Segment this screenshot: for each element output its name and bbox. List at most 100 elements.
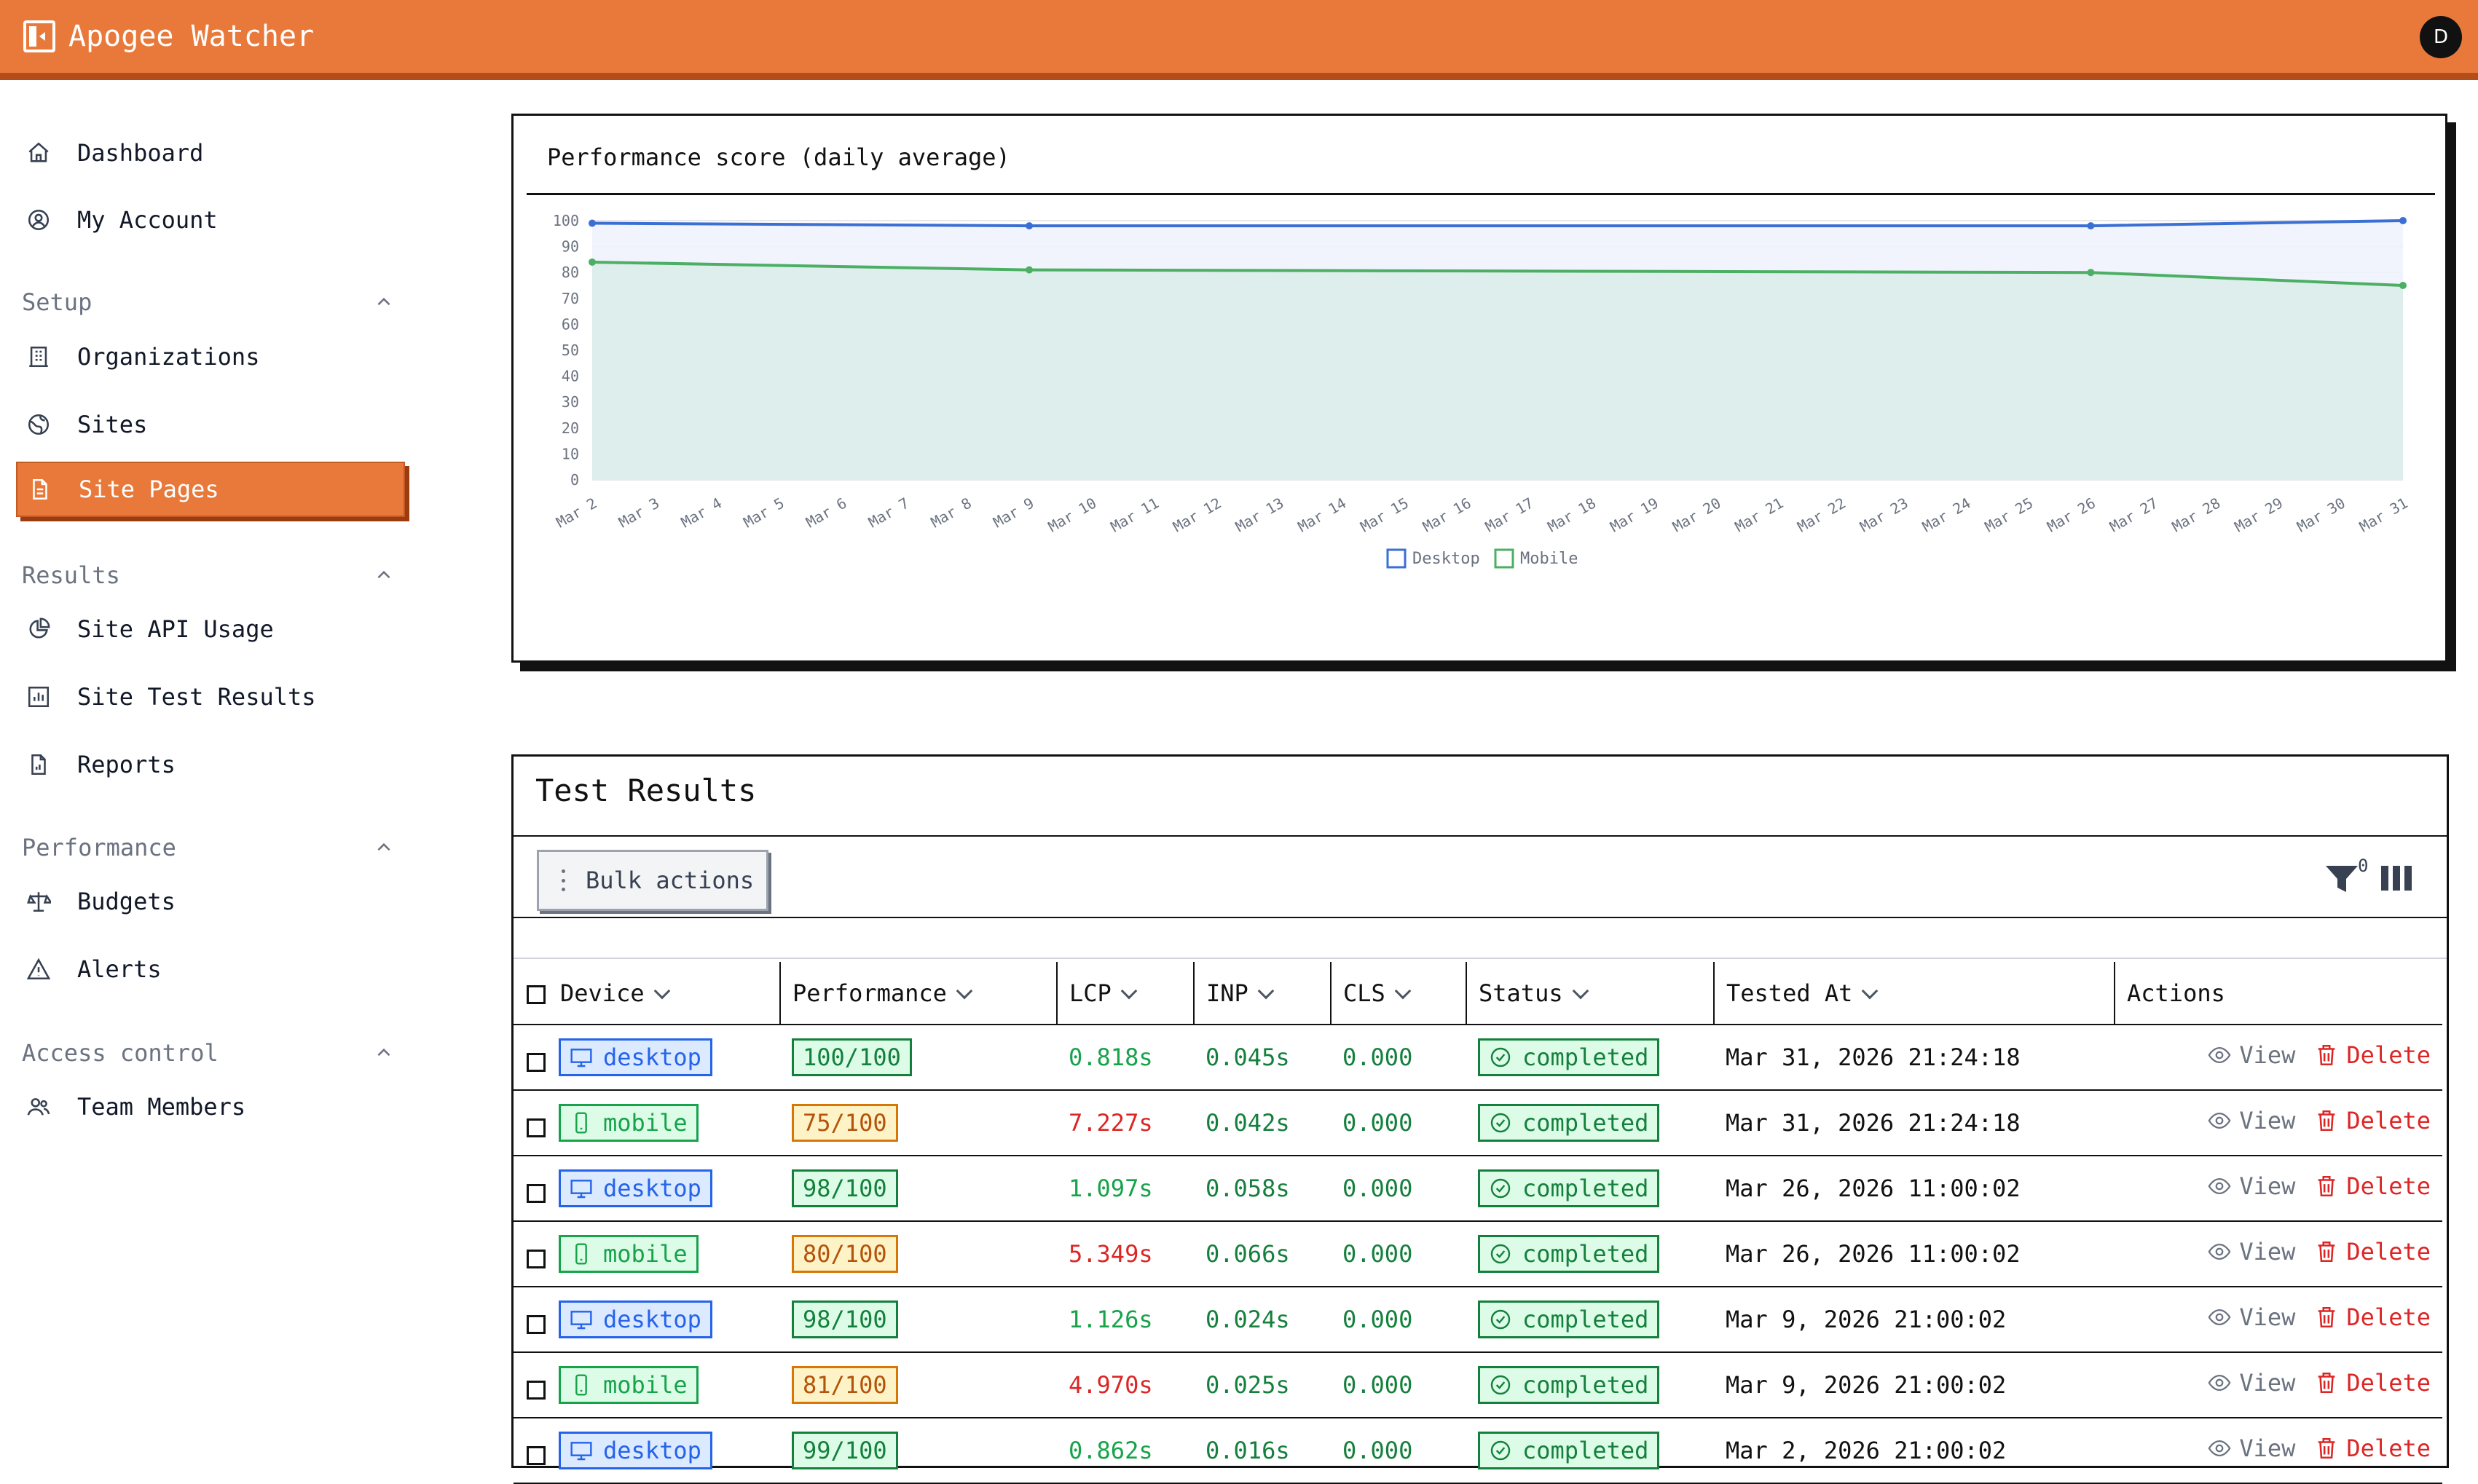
x-tick-label: Mar 27: [2107, 494, 2161, 536]
phone-icon: [575, 1243, 587, 1265]
delete-button[interactable]: Delete: [2314, 1434, 2431, 1462]
cls-value: 0.000: [1331, 1418, 1466, 1484]
sidebar-item-organizations[interactable]: Organizations: [16, 329, 405, 384]
phone-icon: [575, 1112, 587, 1134]
view-button[interactable]: View: [2207, 1369, 2295, 1397]
trash-icon: [2318, 1241, 2335, 1263]
x-tick-label: Mar 21: [1732, 494, 1787, 536]
data-point: [1026, 222, 1034, 230]
cls-value: 0.000: [1331, 1352, 1466, 1418]
performance-badge: 98/100: [792, 1301, 898, 1338]
table-row[interactable]: desktop 98/100 1.126s 0.024s 0.000 completed M…: [514, 1287, 2442, 1353]
check-circle-icon: [1490, 1309, 1511, 1330]
x-tick-label: Mar 26: [2044, 494, 2099, 536]
x-tick-label: Mar 18: [1545, 494, 1600, 536]
delete-button[interactable]: Delete: [2314, 1107, 2431, 1134]
table-row[interactable]: mobile 80/100 5.349s 0.066s 0.000 completed Ma…: [514, 1221, 2442, 1287]
alert-triangle-icon: [26, 957, 51, 982]
cls-value: 0.000: [1331, 1287, 1466, 1353]
sidebar-item-dashboard[interactable]: Dashboard: [16, 125, 405, 181]
data-point: [2399, 282, 2407, 289]
bulk-actions-button[interactable]: Bulk actions: [537, 850, 768, 911]
table-row[interactable]: desktop 98/100 1.097s 0.058s 0.000 completed M…: [514, 1156, 2442, 1222]
section-setup[interactable]: Setup: [22, 280, 393, 324]
col-inp[interactable]: INP: [1194, 962, 1332, 1025]
section-performance[interactable]: Performance: [22, 826, 393, 869]
col-status[interactable]: Status: [1466, 962, 1715, 1025]
inp-value: 0.045s: [1194, 1025, 1331, 1091]
x-tick-label: Mar 19: [1607, 494, 1661, 536]
lcp-value: 7.227s: [1057, 1090, 1194, 1156]
sidebar-item-my-account[interactable]: My Account: [16, 192, 405, 248]
section-access-control[interactable]: Access control: [22, 1031, 393, 1075]
bar-chart-icon: [26, 684, 51, 709]
x-tick-label: Mar 2: [553, 494, 599, 532]
y-tick-label: 60: [562, 315, 579, 333]
status-badge: completed: [1478, 1432, 1660, 1469]
document-icon: [28, 477, 52, 502]
view-button[interactable]: View: [2207, 1107, 2295, 1134]
monitor-icon: [570, 1311, 592, 1330]
sidebar-toggle-icon[interactable]: [23, 20, 55, 52]
delete-button[interactable]: Delete: [2314, 1172, 2431, 1200]
row-checkbox[interactable]: [527, 1381, 546, 1400]
sidebar-item-team-members[interactable]: Team Members: [16, 1079, 405, 1134]
inp-value: 0.016s: [1194, 1418, 1331, 1484]
row-checkbox[interactable]: [527, 1053, 546, 1072]
delete-button[interactable]: Delete: [2314, 1303, 2431, 1331]
select-all-checkbox[interactable]: [527, 984, 546, 1004]
lcp-value: 1.126s: [1057, 1287, 1194, 1353]
sidebar-item-reports[interactable]: Reports: [16, 737, 405, 792]
delete-button[interactable]: Delete: [2314, 1238, 2431, 1266]
chevron-up-icon: [377, 842, 390, 851]
row-checkbox[interactable]: [527, 1184, 546, 1203]
table-row[interactable]: mobile 81/100 4.970s 0.025s 0.000 completed Ma…: [514, 1352, 2442, 1418]
col-device[interactable]: Device: [514, 962, 781, 1025]
delete-button[interactable]: Delete: [2314, 1041, 2431, 1069]
table-row[interactable]: desktop 100/100 0.818s 0.045s 0.000 completed…: [514, 1025, 2442, 1091]
phone-icon: [575, 1374, 587, 1396]
cls-value: 0.000: [1331, 1156, 1466, 1222]
view-button[interactable]: View: [2207, 1303, 2295, 1331]
x-tick-label: Mar 12: [1170, 494, 1224, 536]
chevron-down-icon: [956, 982, 973, 999]
divider: [514, 958, 2447, 959]
sidebar-item-site-pages[interactable]: Site Pages: [16, 462, 405, 517]
delete-button[interactable]: Delete: [2314, 1369, 2431, 1397]
eye-icon: [2208, 1440, 2231, 1457]
row-checkbox[interactable]: [527, 1250, 546, 1268]
view-button[interactable]: View: [2207, 1041, 2295, 1069]
sidebar-item-budgets[interactable]: Budgets: [16, 874, 405, 929]
tested-at-value: Mar 31, 2026 21:24:18: [1714, 1025, 2115, 1091]
col-lcp[interactable]: LCP: [1057, 962, 1195, 1025]
row-checkbox[interactable]: [527, 1446, 546, 1465]
col-tested-at[interactable]: Tested At: [1714, 962, 2115, 1025]
row-checkbox[interactable]: [527, 1315, 546, 1334]
table-row[interactable]: mobile 75/100 7.227s 0.042s 0.000 completed Ma…: [514, 1090, 2442, 1156]
sidebar-item-site-api-usage[interactable]: Site API Usage: [16, 601, 405, 657]
view-button[interactable]: View: [2207, 1434, 2295, 1462]
table-row[interactable]: desktop 99/100 0.862s 0.016s 0.000 completed M…: [514, 1418, 2442, 1484]
col-performance[interactable]: Performance: [780, 962, 1058, 1025]
section-results[interactable]: Results: [22, 553, 393, 597]
sidebar-item-label: My Account: [77, 206, 218, 234]
status-badge: completed: [1478, 1038, 1660, 1076]
status-badge: completed: [1478, 1301, 1660, 1338]
performance-badge: 98/100: [792, 1169, 898, 1207]
x-tick-label: Mar 31: [2356, 494, 2411, 536]
view-button[interactable]: View: [2207, 1172, 2295, 1200]
col-cls[interactable]: CLS: [1331, 962, 1467, 1025]
y-tick-label: 30: [562, 393, 579, 411]
series-line-desktop: [591, 219, 2404, 228]
sidebar-item-site-test-results[interactable]: Site Test Results: [16, 669, 405, 725]
columns-icon[interactable]: [2381, 866, 2412, 891]
chevron-up-icon: [377, 1048, 390, 1057]
sidebar: Dashboard My Account Setup Organizations…: [0, 87, 415, 1446]
row-checkbox[interactable]: [527, 1118, 546, 1137]
sidebar-item-alerts[interactable]: Alerts: [16, 942, 405, 997]
view-button[interactable]: View: [2207, 1238, 2295, 1266]
data-point: [2087, 222, 2095, 230]
user-avatar[interactable]: D: [2420, 16, 2462, 58]
x-tick-label: Mar 7: [865, 494, 912, 532]
sidebar-item-sites[interactable]: Sites: [16, 397, 405, 452]
